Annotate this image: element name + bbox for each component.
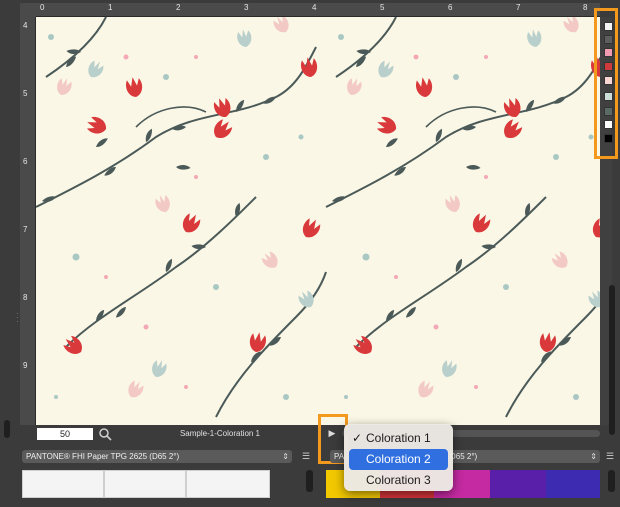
ruler-mark: 6 — [448, 3, 453, 12]
coloration-menu: ✓ Coloration 1 Coloration 2 Coloration 3 — [344, 424, 453, 491]
zoom-input[interactable]: 50 — [37, 428, 93, 440]
floral-pattern — [36, 17, 603, 425]
list-view-icon[interactable]: ☰ — [300, 450, 312, 463]
ruler-mark: 7 — [23, 225, 28, 234]
palette-cell[interactable] — [22, 470, 104, 498]
vertical-scrollbar[interactable] — [609, 285, 615, 435]
palette-select-left[interactable]: PANTONE® FHI Paper TPG 2625 (D65 2°) ⇕ — [22, 450, 292, 463]
ruler-mark: 8 — [23, 293, 28, 302]
ruler-mark: 5 — [380, 3, 385, 12]
swatch-chip[interactable] — [604, 48, 613, 57]
ruler-mark: 0 — [40, 3, 45, 12]
ruler-mark: 7 — [516, 3, 521, 12]
swatch-chip[interactable] — [604, 134, 613, 143]
magnifier-icon[interactable] — [98, 427, 112, 441]
drag-handle-icon[interactable]: · · · — [16, 310, 19, 326]
palette-select-label: PANTONE® FHI Paper TPG 2625 (D65 2°) — [26, 452, 180, 461]
menu-item-coloration-3[interactable]: Coloration 3 — [349, 470, 448, 491]
swatch-chip[interactable] — [604, 92, 613, 101]
menu-item-coloration-2[interactable]: Coloration 2 — [349, 449, 448, 470]
palette-scrollbar[interactable] — [608, 470, 615, 492]
menu-item-label: Coloration 3 — [366, 473, 431, 487]
ruler-mark: 5 — [23, 89, 28, 98]
document-name: Sample-1-Coloration 1 — [179, 429, 261, 438]
swatch-chip[interactable] — [604, 22, 613, 31]
palette-color-cell[interactable] — [546, 470, 600, 498]
ruler-mark: 4 — [23, 21, 28, 30]
swatch-chip[interactable] — [604, 120, 613, 129]
left-scrollbar[interactable] — [4, 420, 10, 438]
palette-cell[interactable] — [104, 470, 186, 498]
ruler-left: 4 5 6 7 8 9 — [20, 17, 36, 425]
list-view-icon[interactable]: ☰ — [604, 450, 616, 463]
checkmark-icon: ✓ — [352, 431, 363, 445]
ruler-mark: 6 — [23, 157, 28, 166]
menu-item-label: Coloration 1 — [366, 431, 431, 445]
pattern-canvas[interactable] — [36, 17, 603, 425]
palette-color-cell[interactable] — [490, 470, 546, 498]
ruler-mark: 4 — [312, 3, 317, 12]
swatch-chip[interactable] — [604, 35, 613, 44]
palette-select-label-start: PA — [334, 452, 345, 461]
ruler-mark: 3 — [244, 3, 249, 12]
menu-item-label: Coloration 2 — [366, 452, 431, 466]
palette-cell[interactable] — [186, 470, 270, 498]
ruler-mark: 1 — [108, 3, 113, 12]
palette-scrollbar[interactable] — [306, 470, 313, 492]
swatch-chip[interactable] — [604, 62, 613, 71]
swatch-chip[interactable] — [604, 76, 613, 85]
coloration-menu-arrow[interactable]: ▶ — [326, 427, 338, 439]
app-window: 0 1 2 3 4 5 6 7 8 4 5 6 7 8 9 · · · 50 S… — [0, 0, 620, 507]
ruler-corner — [20, 3, 36, 17]
menu-item-coloration-1[interactable]: ✓ Coloration 1 — [349, 428, 448, 449]
ruler-mark: 9 — [23, 361, 28, 370]
updown-chevron-icon: ⇕ — [282, 452, 289, 461]
swatch-chip[interactable] — [604, 107, 613, 116]
ruler-top: 0 1 2 3 4 5 6 7 8 — [36, 3, 600, 17]
palette-select-label-end: D65 2°) — [450, 452, 478, 461]
updown-chevron-icon: ⇕ — [590, 452, 597, 461]
ruler-mark: 8 — [583, 3, 588, 12]
ruler-mark: 2 — [176, 3, 181, 12]
